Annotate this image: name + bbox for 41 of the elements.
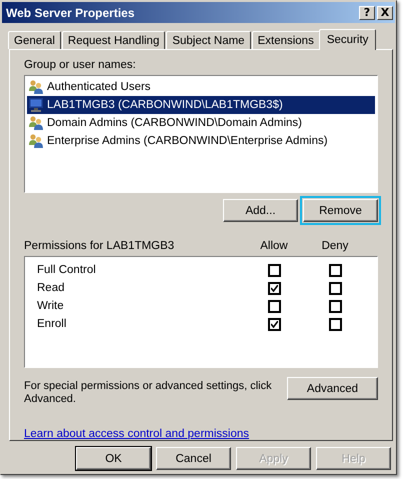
tab[interactable]: Request Handling (62, 31, 166, 49)
checkbox[interactable] (328, 300, 342, 312)
permission-name: Read (37, 282, 66, 294)
advanced-button[interactable]: Advanced (287, 377, 378, 400)
checkbox[interactable] (268, 264, 280, 276)
checkbox[interactable] (268, 282, 280, 294)
cancel-button[interactable]: Cancel (156, 447, 231, 470)
users-icon (28, 133, 44, 149)
column-header: Allow (259, 240, 289, 254)
close-button[interactable]: X (377, 6, 393, 20)
check-icon (270, 320, 278, 328)
checkbox[interactable] (268, 300, 280, 312)
tab[interactable]: Extensions (252, 31, 320, 49)
column-header: Deny (320, 240, 350, 254)
window-title: Web Server Properties (6, 6, 136, 20)
computer-icon (28, 97, 44, 113)
list-item[interactable]: Enterprise Admins (CARBONWIND\Enterprise Admins) (27, 132, 375, 150)
permission-name: Full Control (37, 264, 97, 276)
add-button[interactable]: Add... (223, 199, 298, 222)
checkbox[interactable] (268, 318, 280, 330)
checkbox[interactable] (328, 282, 342, 294)
remove-button[interactable]: Remove (300, 196, 381, 225)
permission-name: Enroll (37, 318, 68, 330)
list-label: Group or user names: (24, 59, 137, 73)
tab[interactable]: Security (318, 29, 376, 50)
list-item[interactable]: Authenticated Users (27, 78, 375, 96)
permission-name: Write (37, 300, 65, 312)
permissions-label: Permissions for LAB1TMGB3 (24, 240, 176, 254)
tab[interactable]: Subject Name (166, 31, 251, 49)
help-button[interactable]: ? (359, 6, 375, 20)
checkbox[interactable] (328, 318, 342, 330)
ok-button[interactable]: OK (76, 447, 151, 470)
tab[interactable]: General (8, 31, 61, 49)
hint-text: For special permissions or advanced settings, click Advanced. (24, 380, 273, 406)
users-icon (28, 115, 44, 131)
list-item[interactable]: LAB1TMGB3 (CARBONWIND\LAB1TMGB3$) (27, 96, 375, 114)
checkbox[interactable] (328, 264, 342, 276)
check-icon (270, 284, 278, 292)
help-link[interactable]: Learn about access control and permissions (24, 428, 250, 440)
list-item[interactable]: Domain Admins (CARBONWIND\Domain Admins) (27, 114, 375, 132)
users-icon (28, 79, 44, 95)
